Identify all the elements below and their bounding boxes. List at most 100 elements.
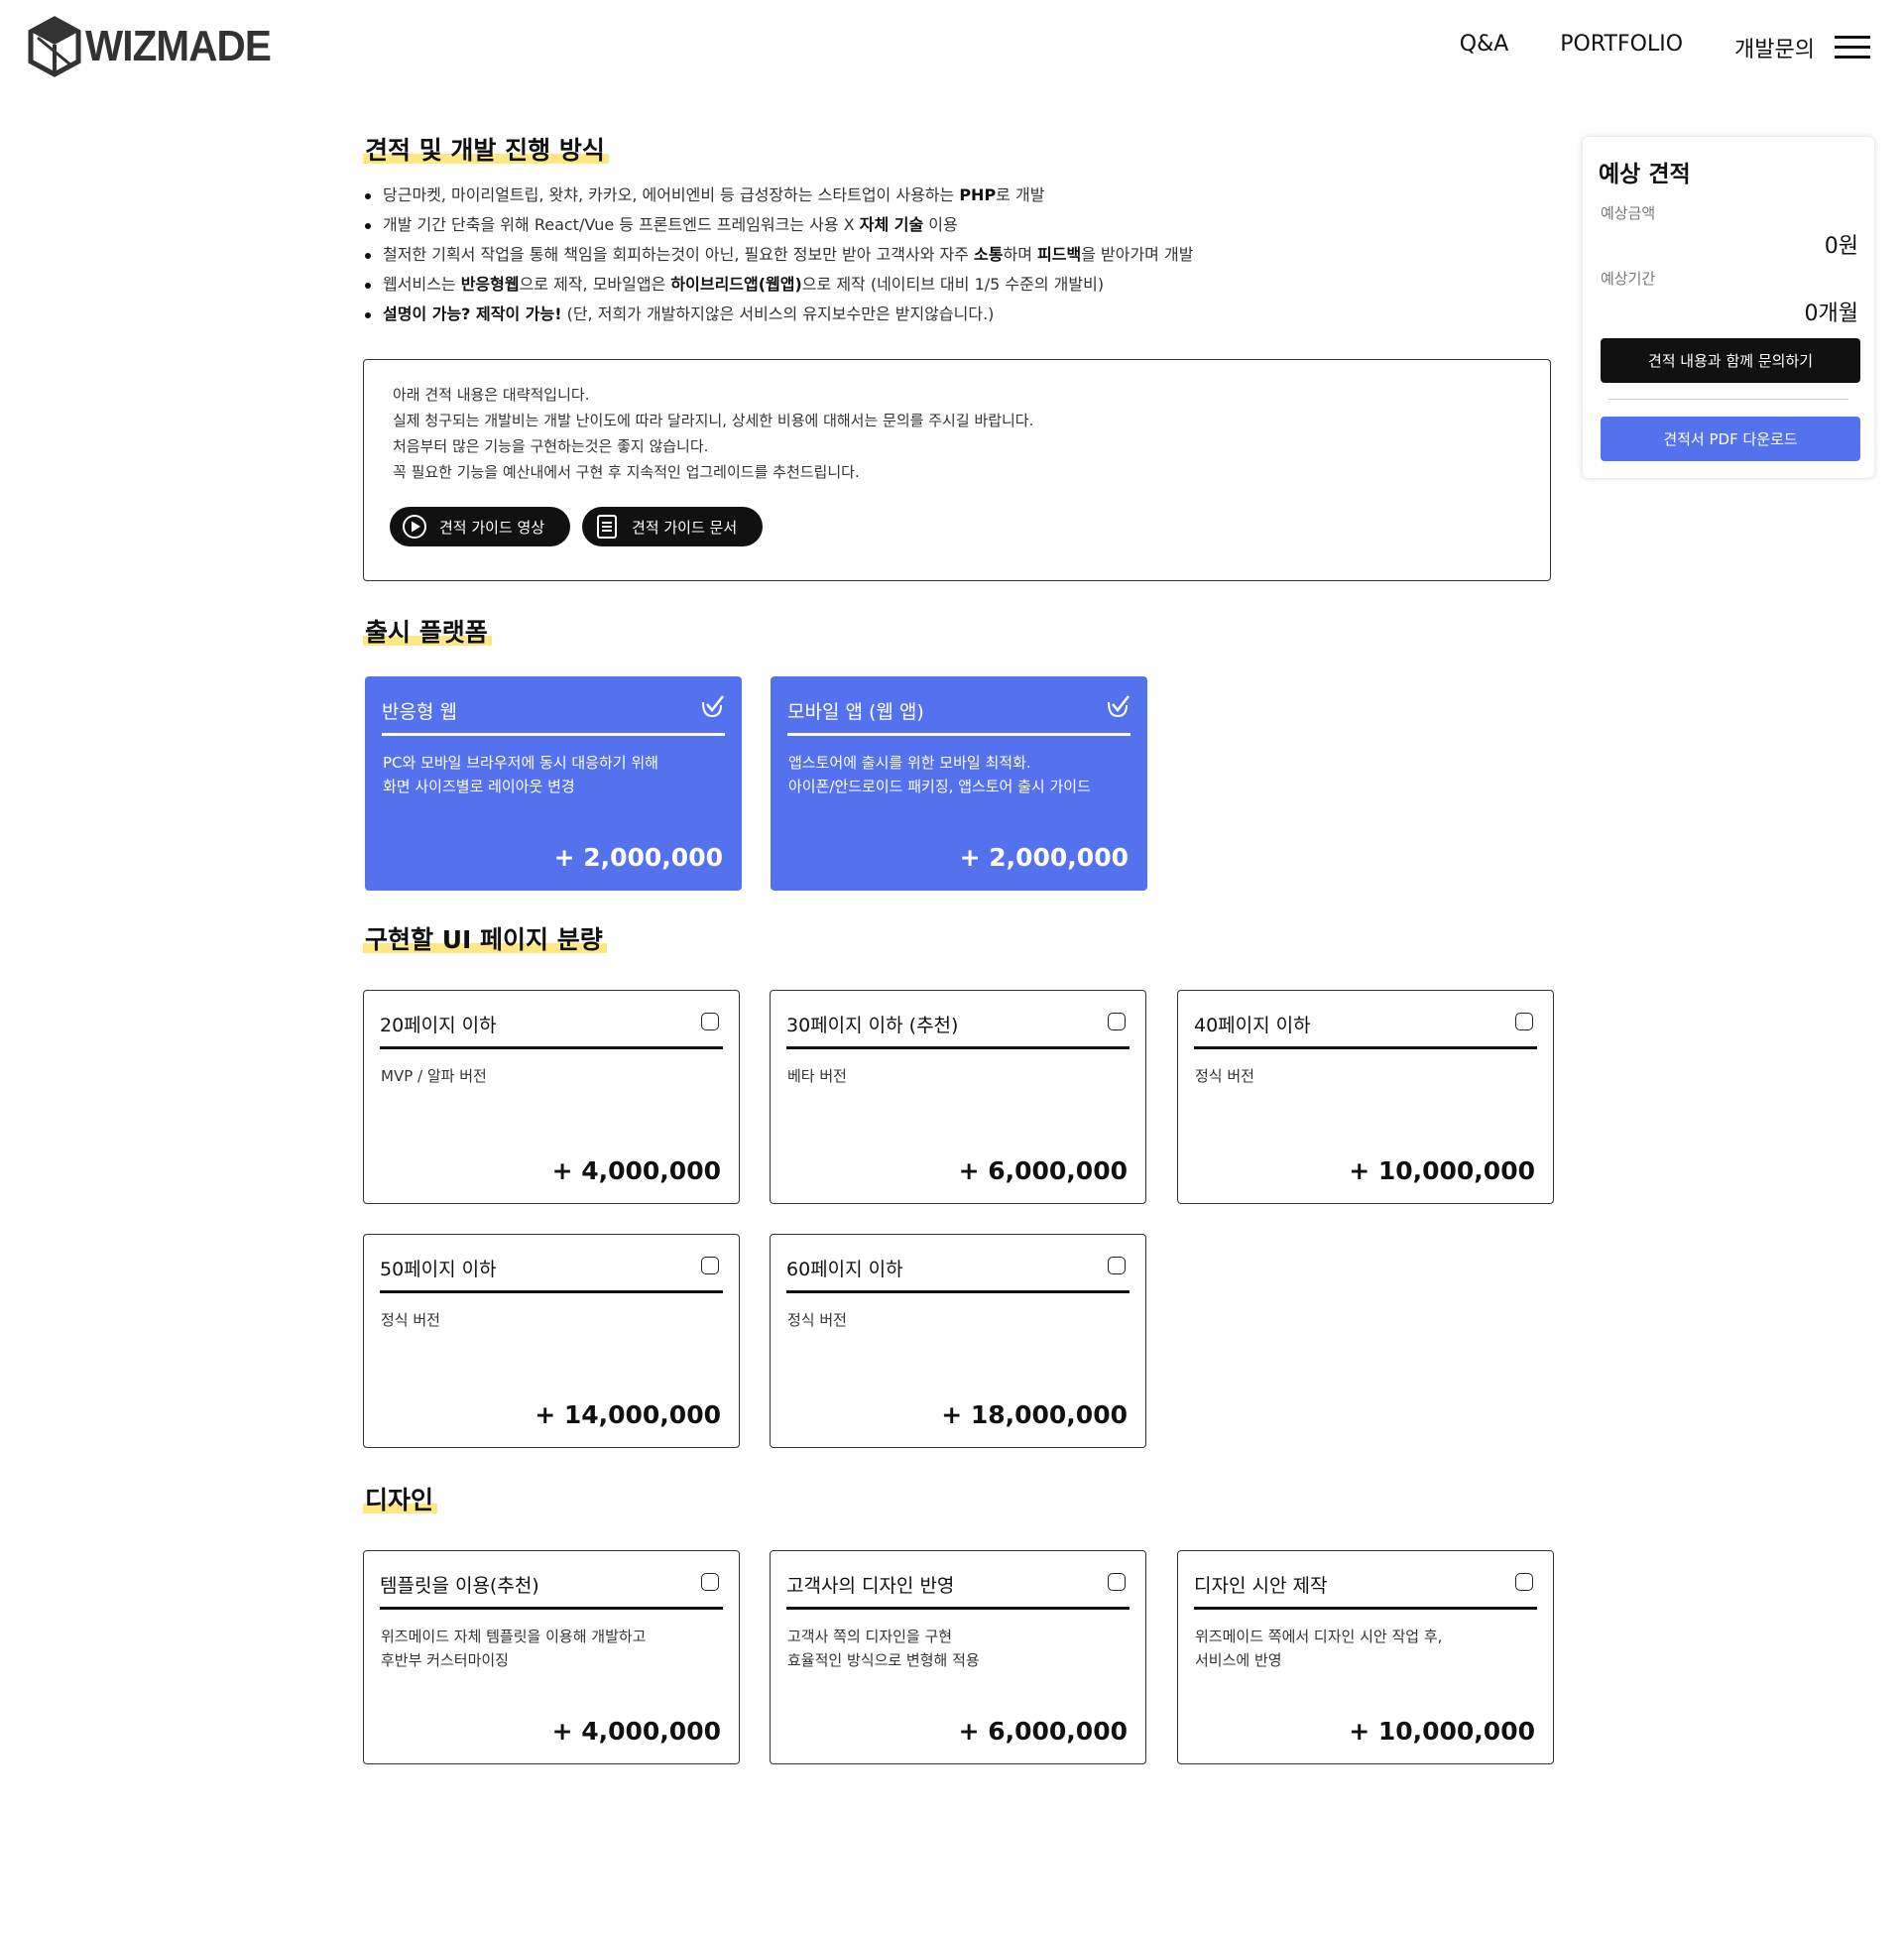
design-option-price: + 4,000,000 <box>551 1717 721 1746</box>
unchecked-checkbox-icon[interactable] <box>1108 1257 1126 1274</box>
description-line: 앱스토어에 출시를 위한 모바일 최적화. <box>788 754 1031 772</box>
platform-option-title: 반응형 웹 <box>382 701 457 723</box>
play-circle-icon <box>403 515 426 539</box>
design-option-card[interactable]: 템플릿을 이용(추천) 위즈메이드 자체 템플릿을 이용해 개발하고 후반부 커스터… <box>363 1550 740 1764</box>
design-option-card[interactable]: 고객사의 디자인 반영 고객사 쪽의 디자인을 구현 효율적인 방식으로 변형해 적… <box>770 1550 1146 1764</box>
estimate-amount-label: 예상금액 <box>1601 204 1656 222</box>
design-option-price: + 6,000,000 <box>958 1717 1128 1746</box>
design-option-description: 위즈메이드 자체 템플릿을 이용해 개발하고 후반부 커스터마이징 <box>381 1625 646 1672</box>
bullet-text: 이용 <box>923 215 958 234</box>
estimate-notice-box: 아래 견적 내용은 대략적입니다. 실제 청구되는 개발비는 개발 난이도에 따… <box>363 359 1551 581</box>
guide-video-label: 견적 가이드 영상 <box>439 518 545 537</box>
site-header: WIZMADE Q&A PORTFOLIO 개발문의 <box>0 0 1904 99</box>
pdf-download-button[interactable]: 견적서 PDF 다운로드 <box>1601 417 1860 461</box>
bullet-emphasis: 피드백 <box>1037 245 1082 264</box>
page-count-option-card[interactable]: 30페이지 이하 (추천) 베타 버전 + 6,000,000 <box>770 990 1146 1204</box>
bullet-text: 당근마켓, 마이리얼트립, 왓챠, 카카오, 에어비엔비 등 급성장하는 스타트… <box>383 185 960 204</box>
description-line: 정식 버전 <box>1195 1067 1254 1085</box>
bullet-text: 웹서비스는 <box>383 275 461 294</box>
bullet-emphasis: 설명이 가능? 제작이 가능! <box>383 304 562 323</box>
page-count-option-description: MVP / 알파 버전 <box>381 1064 487 1088</box>
estimate-period-value: 0개월 <box>1804 302 1858 326</box>
description-line: 후반부 커스터마이징 <box>381 1651 509 1669</box>
estimate-panel: 예상 견적 예상금액 0원 예상기간 0개월 견적 내용과 함께 문의하기 견적… <box>1583 137 1874 478</box>
hamburger-menu-icon[interactable] <box>1835 36 1870 61</box>
checked-checkbox-icon[interactable] <box>1105 693 1130 719</box>
page-count-option-card[interactable]: 60페이지 이하정식 버전 + 18,000,000 <box>770 1234 1146 1448</box>
logo-text: WIZMADE <box>85 22 272 70</box>
section-title-platform: 출시 플랫폼 <box>363 613 492 649</box>
document-icon <box>597 515 617 539</box>
nav-portfolio[interactable]: PORTFOLIO <box>1560 32 1683 63</box>
design-option-card[interactable]: 디자인 시안 제작 위즈메이드 쪽에서 디자인 시안 작업 후, 서비스에 반영 + … <box>1177 1550 1554 1764</box>
unchecked-checkbox-icon[interactable] <box>1108 1573 1126 1591</box>
process-bullet-item: 설명이 가능? 제작이 가능! (단, 저희가 개발하지않은 서비스의 유지보수… <box>365 300 1193 329</box>
platform-option-card[interactable]: 모바일 앱 (웹 앱) 앱스토어에 출시를 위한 모바일 최적화. 아이폰/안드로이… <box>771 676 1147 891</box>
page-count-option-description: 정식 버전 <box>381 1308 440 1332</box>
description-line: 정식 버전 <box>381 1311 440 1329</box>
page-count-option-description: 정식 버전 <box>787 1308 847 1332</box>
main-nav: Q&A PORTFOLIO 개발문의 <box>1460 32 1815 63</box>
page-count-option-card[interactable]: 40페이지 이하 정식 버전 + 10,000,000 <box>1177 990 1554 1204</box>
page-count-option-title: 20페이지 이하 <box>380 1015 497 1036</box>
unchecked-checkbox-icon[interactable] <box>701 1013 719 1030</box>
bullet-emphasis: PHP <box>959 185 997 204</box>
page-count-option-price: + 10,000,000 <box>1349 1156 1535 1185</box>
card-divider <box>787 733 1130 736</box>
process-bullet-item: 철저한 기획서 작업을 통해 책임을 회피하는것이 아닌, 필요한 정보만 받아… <box>365 240 1193 270</box>
page-count-option-description: 정식 버전 <box>1195 1064 1254 1088</box>
page-count-option-description: 베타 버전 <box>787 1064 847 1088</box>
guide-doc-button[interactable]: 견적 가이드 문서 <box>582 507 763 546</box>
platform-option-description: PC와 모바일 브라우저에 동시 대응하기 위해화면 사이즈별로 레이아웃 변경 <box>383 751 658 798</box>
design-option-price: + 10,000,000 <box>1349 1717 1535 1746</box>
card-divider <box>382 733 725 736</box>
nav-inquiry[interactable]: 개발문의 <box>1734 32 1815 63</box>
page-count-option-card[interactable]: 20페이지 이하 MVP / 알파 버전 + 4,000,000 <box>363 990 740 1204</box>
unchecked-checkbox-icon[interactable] <box>1108 1013 1126 1030</box>
design-option-title: 고객사의 디자인 반영 <box>786 1575 955 1597</box>
bullet-text: 으로 제작, 모바일앱은 <box>519 275 671 294</box>
guide-video-button[interactable]: 견적 가이드 영상 <box>390 507 570 546</box>
bullet-emphasis: 반응형웹 <box>460 275 520 294</box>
description-line: 효율적인 방식으로 변형해 적용 <box>787 1651 980 1669</box>
notice-line: 꼭 필요한 기능을 예산내에서 구현 후 지속적인 업그레이드를 추천드립니다. <box>393 463 860 481</box>
bullet-text: 을 받아가며 개발 <box>1081 245 1194 264</box>
description-line: 베타 버전 <box>787 1067 847 1085</box>
page-count-option-title: 60페이지 이하 <box>786 1259 903 1280</box>
description-line: 위즈메이드 쪽에서 디자인 시안 작업 후, <box>1195 1628 1443 1645</box>
nav-qna[interactable]: Q&A <box>1460 32 1509 63</box>
process-bullet-item: 당근마켓, 마이리얼트립, 왓챠, 카카오, 에어비엔비 등 급성장하는 스타트… <box>365 181 1193 210</box>
bullet-text: 철저한 기획서 작업을 통해 책임을 회피하는것이 아닌, 필요한 정보만 받아… <box>383 245 975 264</box>
unchecked-checkbox-icon[interactable] <box>701 1257 719 1274</box>
unchecked-checkbox-icon[interactable] <box>1515 1013 1533 1030</box>
guide-doc-label: 견적 가이드 문서 <box>632 518 738 537</box>
section-title-process: 견적 및 개발 진행 방식 <box>363 131 609 167</box>
card-divider <box>380 1046 723 1049</box>
bullet-emphasis: 하이브리드앱(웹앱) <box>670 275 802 294</box>
page-count-option-card[interactable]: 50페이지 이하 정식 버전 + 14,000,000 <box>363 1234 740 1448</box>
page-count-option-title: 30페이지 이하 (추천) <box>786 1015 959 1036</box>
card-divider <box>380 1290 723 1293</box>
design-option-title: 템플릿을 이용(추천) <box>380 1575 539 1597</box>
platform-option-card[interactable]: 반응형 웹 PC와 모바일 브라우저에 동시 대응하기 위해화면 사이즈별로 레이… <box>365 676 742 891</box>
bullet-text: 하며 <box>1003 245 1038 264</box>
page-count-option-price: + 18,000,000 <box>941 1400 1128 1429</box>
notice-line: 실제 청구되는 개발비는 개발 난이도에 따라 달라지니, 상세한 비용에 대해… <box>393 412 1034 429</box>
card-divider <box>380 1607 723 1610</box>
unchecked-checkbox-icon[interactable] <box>1515 1573 1533 1591</box>
description-line: PC와 모바일 브라우저에 동시 대응하기 위해 <box>383 754 658 772</box>
design-option-title: 디자인 시안 제작 <box>1194 1575 1328 1597</box>
page-count-option-title: 50페이지 이하 <box>380 1259 497 1280</box>
unchecked-checkbox-icon[interactable] <box>701 1573 719 1591</box>
platform-option-price: + 2,000,000 <box>553 843 723 872</box>
bullet-emphasis: 소통 <box>974 245 1004 264</box>
description-line: 화면 사이즈별로 레이아웃 변경 <box>383 778 575 795</box>
checked-checkbox-icon[interactable] <box>699 693 725 719</box>
process-bullet-item: 개발 기간 단축을 위해 React/Vue 등 프론트엔드 프레임워크는 사용… <box>365 210 1193 240</box>
inquiry-with-estimate-button[interactable]: 견적 내용과 함께 문의하기 <box>1601 338 1860 383</box>
card-divider <box>1194 1046 1537 1049</box>
process-bullet-item: 웹서비스는 반응형웹으로 제작, 모바일앱은 하이브리드앱(웹앱)으로 제작 (… <box>365 270 1193 300</box>
logo[interactable]: WIZMADE <box>28 16 287 77</box>
bullet-text: 으로 제작 (네이티브 대비 1/5 수준의 개발비) <box>801 275 1105 294</box>
card-divider <box>786 1046 1130 1049</box>
